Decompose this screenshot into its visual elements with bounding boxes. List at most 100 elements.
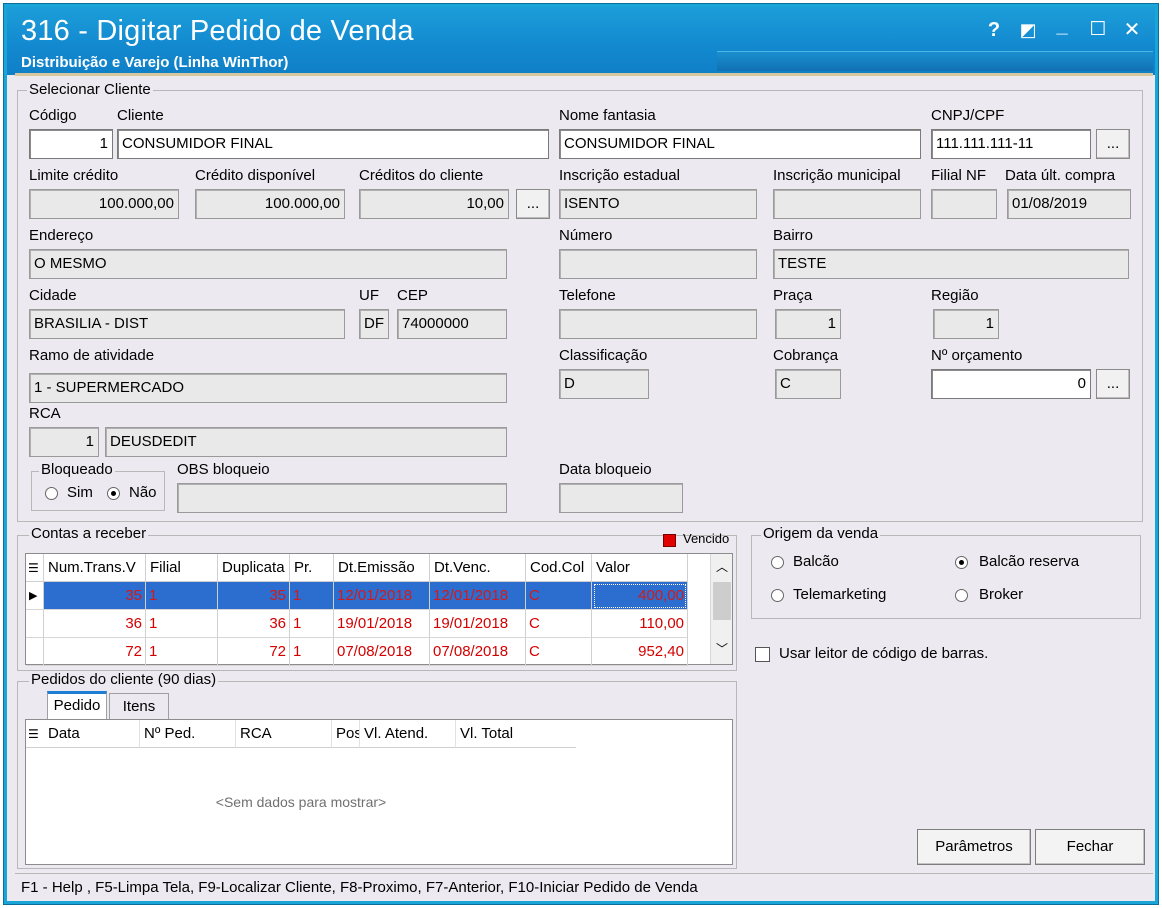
uf-label: UF	[359, 287, 379, 304]
scroll-down-icon[interactable]: ﹀	[716, 640, 728, 657]
numero-field	[559, 249, 757, 279]
bloqueado-nao-label: Não	[129, 484, 157, 501]
ie-label: Inscrição estadual	[559, 167, 680, 184]
cliente-label: Cliente	[117, 107, 164, 124]
numero-label: Número	[559, 227, 613, 244]
cell: 35	[218, 582, 290, 610]
praca-label: Praça	[773, 287, 813, 304]
origem-balcao-reserva-radio[interactable]	[955, 556, 968, 569]
regiao-field: 1	[933, 309, 999, 339]
cliente-input[interactable]: CONSUMIDOR FINAL	[117, 129, 549, 159]
bloqueado-title: Bloqueado	[39, 461, 115, 478]
cnpj-input[interactable]: 111.111.111-11	[931, 129, 1091, 159]
row-indicator-icon: ▶	[26, 582, 44, 610]
ramo-label: Ramo de atividade	[29, 347, 155, 364]
cnpj-label: CNPJ/CPF	[931, 107, 1005, 124]
col-num-trans[interactable]: Num.Trans.V	[44, 554, 146, 582]
maximize-button[interactable]: ☐	[1083, 17, 1113, 43]
data-compra-label: Data últ. compra	[1005, 167, 1116, 184]
data-bloqueio-label: Data bloqueio	[559, 461, 652, 478]
col-rca[interactable]: RCA	[236, 720, 332, 748]
col-valor[interactable]: Valor	[592, 554, 688, 582]
origem-telemarketing-radio[interactable]	[771, 589, 784, 602]
cell: 19/01/2018	[430, 610, 526, 638]
classificacao-field: D	[559, 369, 649, 399]
orcamento-lookup-button[interactable]: ...	[1096, 369, 1130, 399]
bairro-label: Bairro	[773, 227, 814, 244]
contas-grid[interactable]: ☰ Num.Trans.V Filial Duplicata Pr. Dt.Em…	[25, 553, 733, 666]
col-duplicata[interactable]: Duplicata	[218, 554, 290, 582]
window-subtitle: Distribuição e Varejo (Linha WinThor)	[21, 54, 289, 71]
contas-scrollbar[interactable]: ︿ ﹀	[710, 554, 732, 664]
cell: 36	[218, 610, 290, 638]
cell: C	[526, 610, 592, 638]
creditos-lookup-button[interactable]: ...	[516, 189, 550, 219]
orcamento-input[interactable]: 0	[931, 369, 1091, 399]
title-bar: 316 - Digitar Pedido de Venda Distribuiç…	[7, 7, 1155, 75]
help-button[interactable]: ?	[979, 17, 1009, 43]
col-dt-venc[interactable]: Dt.Venc.	[430, 554, 526, 582]
window-title: 316 - Digitar Pedido de Venda	[21, 15, 414, 47]
telefone-label: Telefone	[559, 287, 616, 304]
cell: 400,00	[592, 582, 688, 610]
cnpj-lookup-button[interactable]: ...	[1096, 129, 1130, 159]
empty-message: <Sem dados para mostrar>	[215, 794, 387, 810]
origem-balcao-radio[interactable]	[771, 556, 784, 569]
col-pos[interactable]: Pos	[332, 720, 360, 748]
origem-telemarketing-label: Telemarketing	[793, 586, 887, 603]
col-filial[interactable]: Filial	[146, 554, 218, 582]
pedidos-grid[interactable]: ☰ Data Nº Ped. RCA Pos Vl. Atend. Vl. To…	[25, 719, 733, 865]
col-num-ped[interactable]: Nº Ped.	[140, 720, 236, 748]
cidade-field: BRASILIA - DIST	[29, 309, 345, 339]
limite-field: 100.000,00	[29, 189, 179, 219]
tab-pedido[interactable]: Pedido	[47, 691, 107, 719]
cell: 952,40	[592, 638, 688, 666]
cell: 19/01/2018	[334, 610, 430, 638]
vencido-legend-label: Vencido	[683, 531, 730, 546]
disponivel-field: 100.000,00	[195, 189, 345, 219]
scroll-thumb[interactable]	[713, 582, 731, 620]
origem-broker-label: Broker	[979, 586, 1024, 603]
cell: 07/08/2018	[430, 638, 526, 666]
nome-fantasia-input[interactable]: CONSUMIDOR FINAL	[559, 129, 921, 159]
col-pr[interactable]: Pr.	[290, 554, 334, 582]
ramo-field: 1 - SUPERMERCADO	[29, 373, 507, 403]
fechar-button[interactable]: Fechar	[1035, 829, 1145, 865]
minimize-button[interactable]: _	[1047, 13, 1077, 39]
parametros-button[interactable]: Parâmetros	[917, 829, 1031, 865]
bairro-field: TESTE	[773, 249, 1129, 279]
selecionar-cliente-title: Selecionar Cliente	[27, 81, 153, 98]
origem-balcao-label: Balcão	[793, 553, 839, 570]
col-data[interactable]: Data	[44, 720, 140, 748]
bloqueado-sim-radio[interactable]	[45, 487, 58, 500]
im-label: Inscrição municipal	[773, 167, 901, 184]
creditos-field: 10,00	[359, 189, 509, 219]
origem-broker-radio[interactable]	[955, 589, 968, 602]
cell: 1	[290, 582, 334, 610]
col-dt-emissao[interactable]: Dt.Emissão	[334, 554, 430, 582]
rca-nome-field: DEUSDEDIT	[105, 427, 507, 457]
grid-menu-icon[interactable]: ☰	[26, 720, 44, 748]
tab-itens[interactable]: Itens	[109, 693, 169, 719]
grid-menu-icon[interactable]: ☰	[26, 554, 44, 582]
cell: C	[526, 582, 592, 610]
status-bar: F1 - Help , F5-Limpa Tela, F9-Localizar …	[15, 873, 1153, 901]
obs-bloqueio-field	[177, 483, 507, 513]
col-vl-total[interactable]: Vl. Total	[456, 720, 576, 748]
cell: 72	[44, 638, 146, 666]
filial-nf-field	[931, 189, 997, 219]
cidade-label: Cidade	[29, 287, 77, 304]
leitor-barras-checkbox[interactable]	[755, 647, 770, 662]
close-button[interactable]: ✕	[1117, 17, 1147, 43]
restore-alt-button[interactable]: ◩	[1013, 17, 1043, 43]
codigo-input[interactable]: 1	[29, 129, 113, 159]
title-accent	[15, 73, 1153, 76]
cobranca-label: Cobrança	[773, 347, 839, 364]
row-indicator	[26, 610, 44, 638]
codigo-label: Código	[29, 107, 77, 124]
col-vl-atend[interactable]: Vl. Atend.	[360, 720, 456, 748]
bloqueado-nao-radio[interactable]	[107, 487, 120, 500]
cell: 1	[290, 610, 334, 638]
col-cod-col[interactable]: Cod.Col	[526, 554, 592, 582]
scroll-up-icon[interactable]: ︿	[716, 558, 728, 575]
